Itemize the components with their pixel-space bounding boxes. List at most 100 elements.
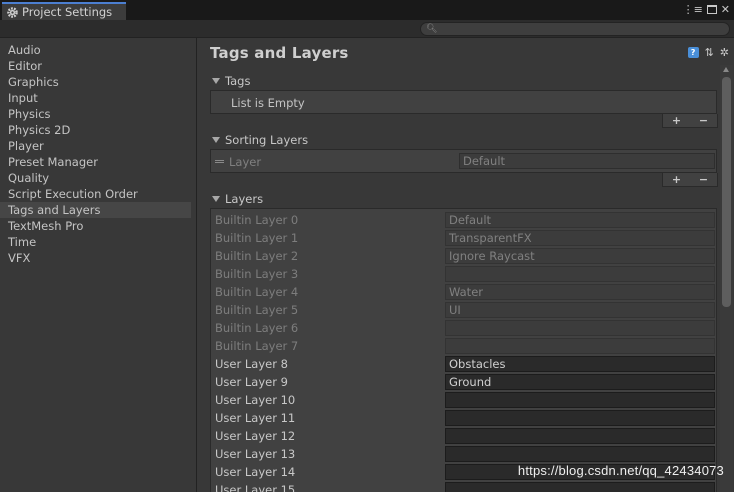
layer-name-field[interactable]: Ground [445,374,715,390]
layer-label: User Layer 12 [215,429,296,443]
window-titlebar: Project Settings ⋮≡ ✕ [0,0,734,20]
layer-name-field[interactable] [445,482,715,492]
layer-row: Builtin Layer 2 Ignore Raycast [211,247,716,265]
tags-remove-button[interactable]: − [699,114,708,127]
layers-foldout[interactable]: Layers [212,192,263,206]
preset-icon[interactable]: ⇅ [705,46,714,59]
layer-name-field: Default [445,212,715,228]
layer-name-field: TransparentFX [445,230,715,246]
layer-label: User Layer 8 [215,357,288,371]
sidebar-item-quality[interactable]: Quality [0,170,191,186]
foldout-arrow-icon [212,78,220,84]
layer-row: User Layer 13 [211,445,716,463]
sorting-layers-remove-button[interactable]: − [699,173,708,186]
layer-name-field: Water [445,284,715,300]
page-title: Tags and Layers [210,44,349,62]
search-input[interactable]: 🔍︎ [420,22,730,36]
maximize-icon[interactable] [706,5,717,14]
sidebar-item-preset-manager[interactable]: Preset Manager [0,154,191,170]
layer-name-field[interactable] [445,410,715,426]
layer-name-field[interactable]: Obstacles [445,356,715,372]
tags-add-button[interactable]: + [672,114,681,127]
foldout-arrow-icon [212,137,220,143]
layer-name-field [445,266,715,282]
layer-row: User Layer 10 [211,391,716,409]
help-icon[interactable]: ? [687,47,699,58]
layers-list: Builtin Layer 0 Default Builtin Layer 1 Tra… [210,208,717,492]
layer-row: Builtin Layer 0 Default [211,211,716,229]
sidebar-item-physics-2d[interactable]: Physics 2D [0,122,191,138]
toolbar: 🔍︎ [0,20,734,38]
layer-label: Builtin Layer 3 [215,267,299,281]
sidebar-item-tags-and-layers[interactable]: Tags and Layers [0,202,191,218]
sorting-layer-name-field: Default [459,153,715,169]
layer-name-field: UI [445,302,715,318]
tags-foldout[interactable]: Tags [212,74,250,88]
tags-empty-text: List is Empty [231,96,305,110]
close-icon[interactable]: ✕ [721,3,730,16]
foldout-arrow-icon [212,196,220,202]
layer-name-field[interactable] [445,446,715,462]
layer-name-field: Ignore Raycast [445,248,715,264]
layer-row: Builtin Layer 4 Water [211,283,716,301]
sidebar: Audio Editor Graphics Input Physics Physics 2… [0,38,197,492]
sorting-layer-row: Layer Default [211,152,716,170]
layer-label: User Layer 13 [215,447,296,461]
layer-label: Builtin Layer 5 [215,303,299,317]
layer-label: Builtin Layer 6 [215,321,299,335]
scrollbar-thumb[interactable] [722,77,731,307]
sorting-layers-list: Layer Default [210,149,717,173]
layer-name-field [445,320,715,336]
layer-label: Builtin Layer 0 [215,213,299,227]
layer-name-field[interactable] [445,392,715,408]
scroll-up-icon[interactable] [723,67,729,72]
sidebar-item-physics[interactable]: Physics [0,106,191,122]
layer-name-field [445,338,715,354]
layer-row: User Layer 8 Obstacles [211,355,716,373]
layer-row: User Layer 15 [211,481,716,492]
tab-title: Project Settings [22,5,113,19]
drag-handle-icon[interactable] [215,160,224,163]
settings-panel: Tags and Layers ? ⇅ ✲ Tags List is Empty… [198,38,734,492]
sorting-layers-foldout[interactable]: Sorting Layers [212,133,308,147]
sidebar-item-editor[interactable]: Editor [0,58,191,74]
sidebar-item-graphics[interactable]: Graphics [0,74,191,90]
scrollbar[interactable] [720,65,733,492]
sidebar-item-vfx[interactable]: VFX [0,250,191,266]
tags-list-footer: + − [662,114,718,128]
layer-label: User Layer 14 [215,465,296,479]
layer-label: User Layer 11 [215,411,296,425]
layer-label: User Layer 9 [215,375,288,389]
layer-label: User Layer 15 [215,483,296,492]
layer-label: Builtin Layer 2 [215,249,299,263]
sidebar-item-time[interactable]: Time [0,234,191,250]
layer-row: Builtin Layer 6 [211,319,716,337]
menu-icon[interactable]: ⋮≡ [683,3,703,16]
layer-row: Builtin Layer 1 TransparentFX [211,229,716,247]
layer-row: User Layer 9 Ground [211,373,716,391]
layer-label: Builtin Layer 1 [215,231,299,245]
sidebar-item-audio[interactable]: Audio [0,42,191,58]
sorting-layer-label: Layer [229,155,262,169]
sorting-layers-add-button[interactable]: + [672,173,681,186]
layer-row: Builtin Layer 5 UI [211,301,716,319]
sorting-layers-footer: + − [662,173,718,187]
tab-project-settings[interactable]: Project Settings [2,2,126,20]
search-icon: 🔍︎ [426,24,438,34]
sidebar-item-script-execution-order[interactable]: Script Execution Order [0,186,191,202]
tags-list: List is Empty [210,90,717,114]
watermark: https://blog.csdn.net/qq_42434073 [517,463,724,478]
sorting-layers-header: Sorting Layers [225,133,309,147]
sidebar-item-player[interactable]: Player [0,138,191,154]
layer-label: User Layer 10 [215,393,296,407]
gear-icon [7,6,18,18]
settings-gear-icon[interactable]: ✲ [720,46,729,59]
layer-label: Builtin Layer 4 [215,285,299,299]
layer-name-field[interactable] [445,428,715,444]
sidebar-item-input[interactable]: Input [0,90,191,106]
layer-row: Builtin Layer 3 [211,265,716,283]
layer-row: User Layer 11 [211,409,716,427]
sidebar-item-textmesh-pro[interactable]: TextMesh Pro [0,218,191,234]
layer-label: Builtin Layer 7 [215,339,299,353]
layers-header: Layers [225,192,264,206]
